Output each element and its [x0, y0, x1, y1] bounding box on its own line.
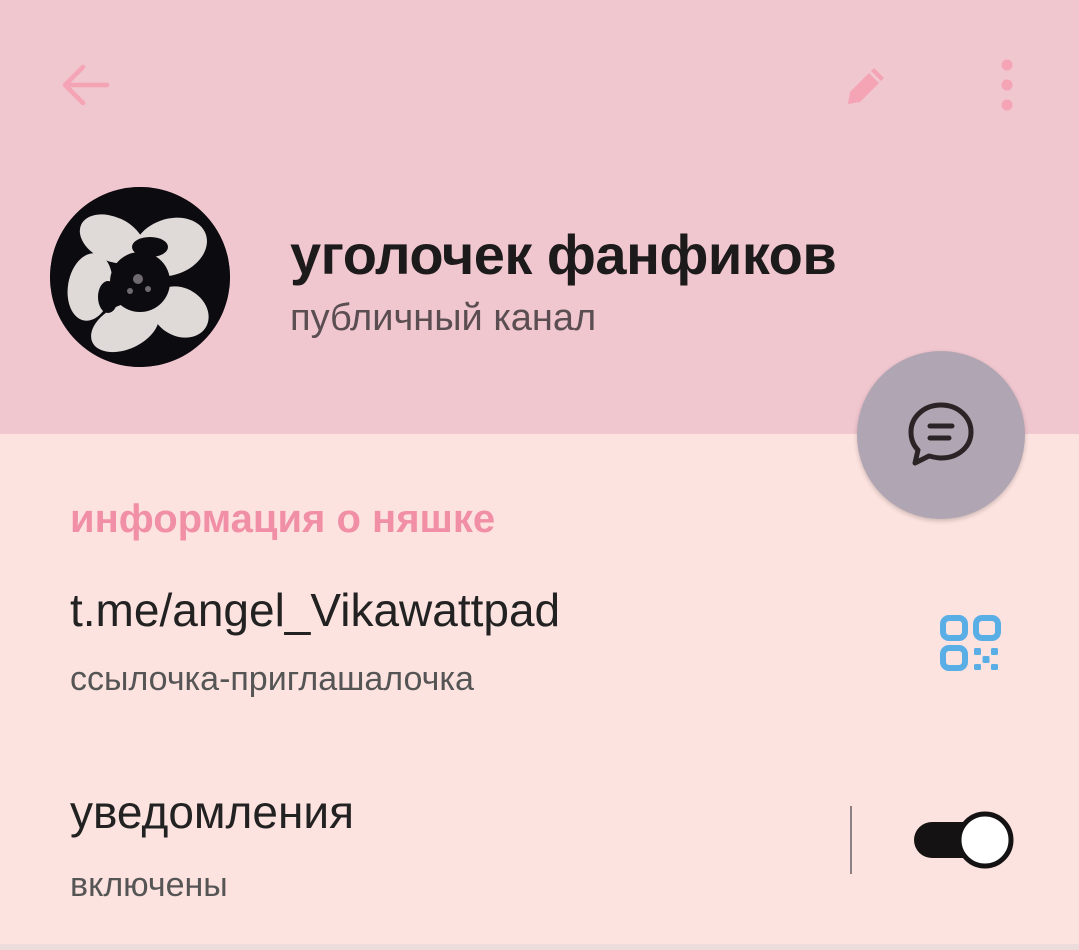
edit-button[interactable]: [820, 40, 910, 130]
more-options-button[interactable]: [962, 40, 1052, 130]
qr-code-icon: [940, 615, 1001, 671]
channel-title: уголочек фанфиков: [290, 223, 837, 286]
back-button[interactable]: [40, 40, 130, 130]
more-vertical-icon: [1001, 59, 1013, 111]
vertical-divider: [850, 806, 852, 874]
bottom-edge: [0, 944, 1079, 950]
channel-type-label: публичный канал: [290, 297, 597, 339]
section-header: информация о няшке: [70, 497, 496, 541]
open-chat-button[interactable]: [857, 351, 1025, 519]
chat-bubble-icon: [908, 402, 974, 466]
notifications-label[interactable]: уведомления: [70, 785, 354, 839]
qr-code-button[interactable]: [935, 612, 1007, 674]
pencil-icon: [848, 68, 884, 104]
toggle-switch-icon: [914, 811, 1014, 869]
notifications-status: включены: [70, 866, 228, 904]
flower-avatar-icon: [50, 187, 230, 367]
channel-avatar[interactable]: [50, 187, 230, 367]
channel-link-caption: ссылочка-приглашалочка: [70, 660, 474, 698]
notifications-toggle[interactable]: [910, 808, 1020, 872]
channel-link[interactable]: t.me/angel_Vikawattpad: [70, 583, 560, 637]
arrow-left-icon: [62, 64, 110, 106]
